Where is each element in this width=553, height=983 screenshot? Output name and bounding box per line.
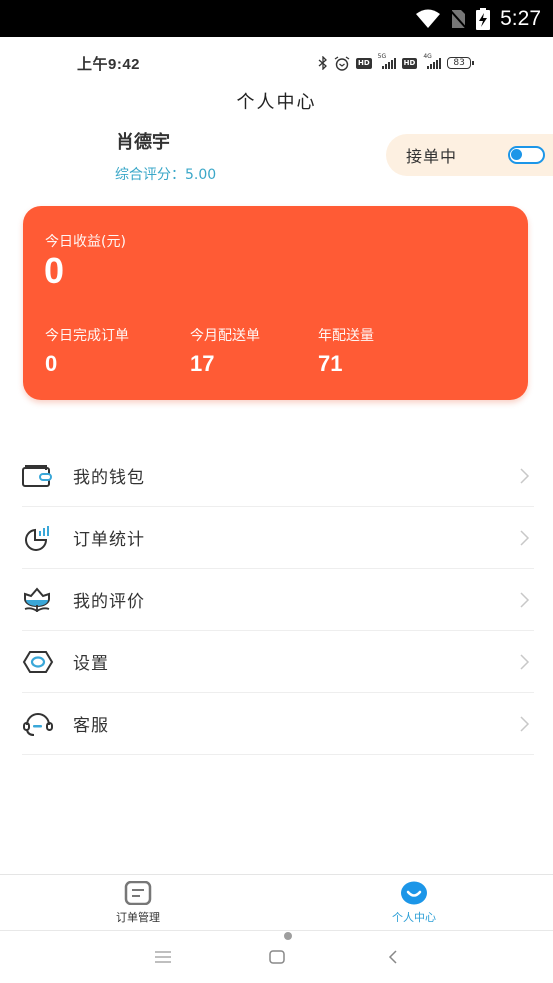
hd-icon: HD — [356, 57, 372, 69]
chevron-right-icon — [520, 716, 530, 732]
inner-clock: 上午9:42 — [77, 56, 141, 73]
accepting-orders-toggle[interactable] — [508, 146, 545, 164]
stat-today-completed: 今日完成订单 0 — [45, 325, 129, 377]
wifi-icon — [416, 9, 441, 28]
menu-item-customer-service[interactable]: 客服 — [22, 693, 534, 755]
menu-item-order-stats[interactable]: 订单统计 — [22, 507, 534, 569]
stat-value: 17 — [190, 351, 215, 376]
profile-name: 肖德宇 — [116, 132, 170, 153]
today-earnings-value: 0 — [44, 250, 65, 291]
chevron-right-icon — [520, 530, 530, 546]
today-earnings-label: 今日收益(元) — [45, 234, 126, 250]
order-list-icon — [124, 881, 152, 905]
stat-month-deliveries: 今月配送单 17 — [190, 325, 260, 377]
tab-label: 订单管理 — [116, 911, 160, 924]
menu-icon[interactable] — [150, 946, 176, 968]
flower-icon — [22, 586, 54, 614]
earnings-card: 今日收益(元) 0 今日完成订单 0 今月配送单 17 年配送量 71 — [23, 206, 528, 400]
menu-item-settings[interactable]: 设置 — [22, 631, 534, 693]
menu-label: 订单统计 — [73, 530, 145, 550]
no-sim-icon — [450, 8, 467, 29]
tab-personal-center[interactable]: 个人中心 — [374, 881, 454, 925]
home-icon[interactable] — [264, 946, 290, 968]
chevron-right-icon — [520, 654, 530, 670]
tab-label: 个人中心 — [392, 911, 436, 924]
battery-charging-icon — [476, 7, 491, 30]
battery-icon: 83 — [447, 57, 475, 69]
chevron-right-icon — [520, 592, 530, 608]
smile-icon — [401, 881, 427, 905]
signal-5g-icon: 5G — [378, 53, 396, 69]
stat-value: 0 — [45, 351, 58, 376]
system-navigation-bar — [0, 932, 553, 983]
accepting-orders-label: 接单中 — [406, 147, 458, 166]
wallet-icon — [22, 462, 54, 490]
toggle-knob — [511, 149, 522, 160]
stat-label: 年配送量 — [318, 328, 374, 344]
stat-label: 今月配送单 — [190, 328, 260, 344]
indicator-dot — [284, 932, 292, 940]
stat-label: 今日完成订单 — [45, 328, 129, 344]
inner-status-bar: 上午9:42 HD 5G HD 4G 83 — [0, 50, 553, 76]
profile-score: 综合评分：5.00 — [115, 167, 217, 183]
menu-label: 我的评价 — [73, 592, 145, 612]
chevron-right-icon — [520, 468, 530, 484]
chart-icon — [22, 524, 54, 552]
menu-label: 设置 — [73, 654, 109, 674]
stat-value: 71 — [318, 351, 343, 376]
menu-list: 我的钱包 订单统计 我的评价 设置 客服 — [22, 445, 534, 755]
alarm-icon — [334, 55, 350, 71]
stat-year-deliveries: 年配送量 71 — [318, 325, 374, 377]
menu-label: 我的钱包 — [73, 468, 145, 488]
settings-icon — [22, 648, 54, 676]
accepting-orders-toggle-container: 接单中 — [386, 134, 553, 176]
bottom-tab-bar: 订单管理 个人中心 — [0, 874, 553, 931]
menu-item-my-reviews[interactable]: 我的评价 — [22, 569, 534, 631]
tab-order-management[interactable]: 订单管理 — [98, 881, 178, 925]
menu-item-wallet[interactable]: 我的钱包 — [22, 445, 534, 507]
page-title: 个人中心 — [236, 92, 317, 113]
headset-icon — [22, 710, 54, 738]
signal-4g-icon: 4G — [423, 53, 442, 69]
bluetooth-icon — [318, 56, 327, 70]
menu-label: 客服 — [73, 716, 109, 736]
back-icon[interactable] — [380, 946, 406, 968]
system-clock: 5:27 — [500, 6, 541, 30]
system-status-bar: 5:27 — [0, 0, 553, 37]
hd-icon-2: HD — [401, 57, 418, 69]
